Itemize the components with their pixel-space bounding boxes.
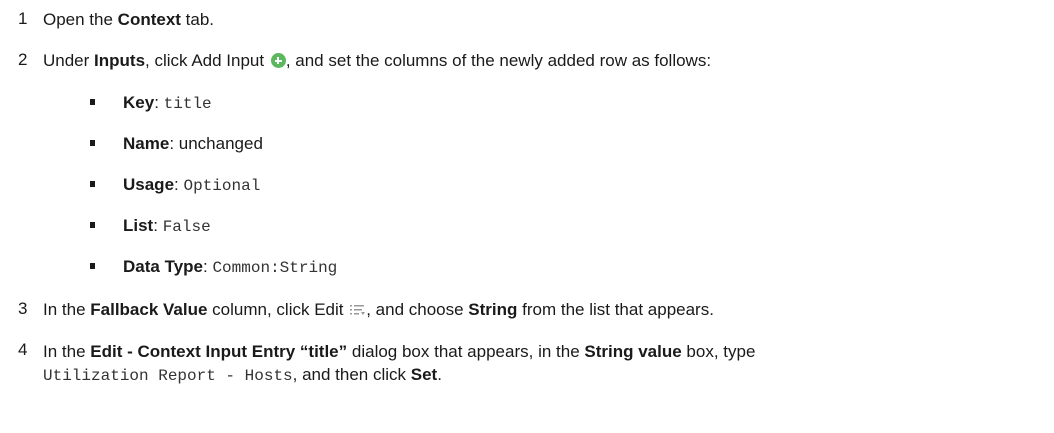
step-text: In the Fallback Value column, click Edit… [43,300,714,319]
field-label: Usage [123,175,175,194]
field-value: Common:String [212,259,338,277]
step-text: In the Edit - Context Input Entry “title… [43,342,756,385]
field-label: List [123,216,154,235]
bullet-marker [90,140,95,146]
bullet-marker [90,222,95,228]
instruction-steps: 1 Open the Context tab. 2 Under Inputs, … [0,0,1054,433]
dialog-name: Edit - Context Input Entry “title” [90,342,348,361]
section-name: Inputs [94,51,146,70]
option-name: String [468,300,518,319]
edit-list-icon [350,305,366,315]
step-number: 4 [18,340,28,359]
field-label: Key [123,93,155,112]
field-value: unchanged [178,134,263,153]
box-name: String value [584,342,682,361]
field-value: False [162,218,211,236]
bullet-marker [90,181,95,187]
step-text: Open the Context tab. [43,10,215,29]
step-number: 2 [18,50,28,69]
field-label: Data Type [123,257,203,276]
bullet-marker [90,99,95,105]
button-name: Set [410,365,438,384]
tab-name: Context [117,10,181,29]
code-value: Utilization Report - Hosts [43,367,293,385]
step-number: 3 [18,299,28,318]
column-name: Fallback Value [90,300,208,319]
step-text: Under Inputs, click Add Input , and set … [43,51,712,70]
field-value: title [163,95,212,113]
step-number: 1 [18,9,28,28]
bullet-marker [90,263,95,269]
add-input-icon [270,53,286,68]
field-value: Optional [183,177,261,195]
field-label: Name [123,134,170,153]
